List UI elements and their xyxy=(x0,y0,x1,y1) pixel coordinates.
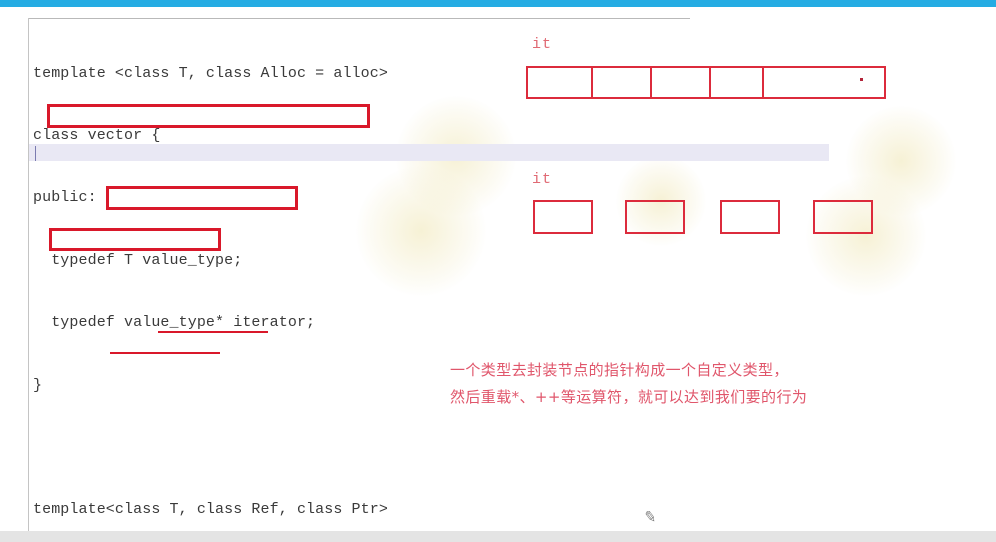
code-pane-top-rule xyxy=(28,18,690,19)
top-accent-bar xyxy=(0,0,996,7)
code-line: class vector { xyxy=(33,126,161,144)
code-pane-left-rule xyxy=(28,18,29,531)
vector-iterator-label: it xyxy=(532,36,553,53)
annotation-box-link-type-node xyxy=(49,228,221,251)
annotation-box-list-iterator xyxy=(106,186,298,210)
code-block[interactable]: template <class T, class Alloc = alloc> … xyxy=(33,22,593,542)
list-node-box xyxy=(720,200,780,234)
array-cell-divider xyxy=(591,66,593,99)
code-line: template<class T, class Ref, class Ptr> xyxy=(33,501,388,519)
list-iterator-label: it xyxy=(532,171,553,188)
array-marker-dot xyxy=(860,78,863,81)
vector-array-diagram xyxy=(526,66,886,99)
bottom-status-bar xyxy=(0,531,996,542)
screen: template <class T, class Alloc = alloc> … xyxy=(0,0,996,542)
list-node-box xyxy=(813,200,873,234)
code-line: template <class T, class Alloc = alloc> xyxy=(33,64,388,82)
watermark-blob xyxy=(806,176,926,296)
list-node-box xyxy=(533,200,593,234)
annotation-underline-operator-increment xyxy=(110,352,220,354)
array-cell-divider xyxy=(650,66,652,99)
pen-cursor-icon: ✎ xyxy=(642,507,658,527)
annotation-note-text: 一个类型去封装节点的指针构成一个自定义类型， 然后重载*、++等运算符，就可以达… xyxy=(450,361,808,406)
code-line: typedef T value_type; xyxy=(33,251,243,269)
annotation-underline-operator-star xyxy=(158,331,268,333)
list-node-box xyxy=(625,200,685,234)
array-cell-divider xyxy=(709,66,711,99)
code-line: typedef value_type* iterator; xyxy=(33,314,316,332)
annotation-box-iterator-typedef xyxy=(47,104,370,128)
array-cell-divider xyxy=(762,66,764,99)
